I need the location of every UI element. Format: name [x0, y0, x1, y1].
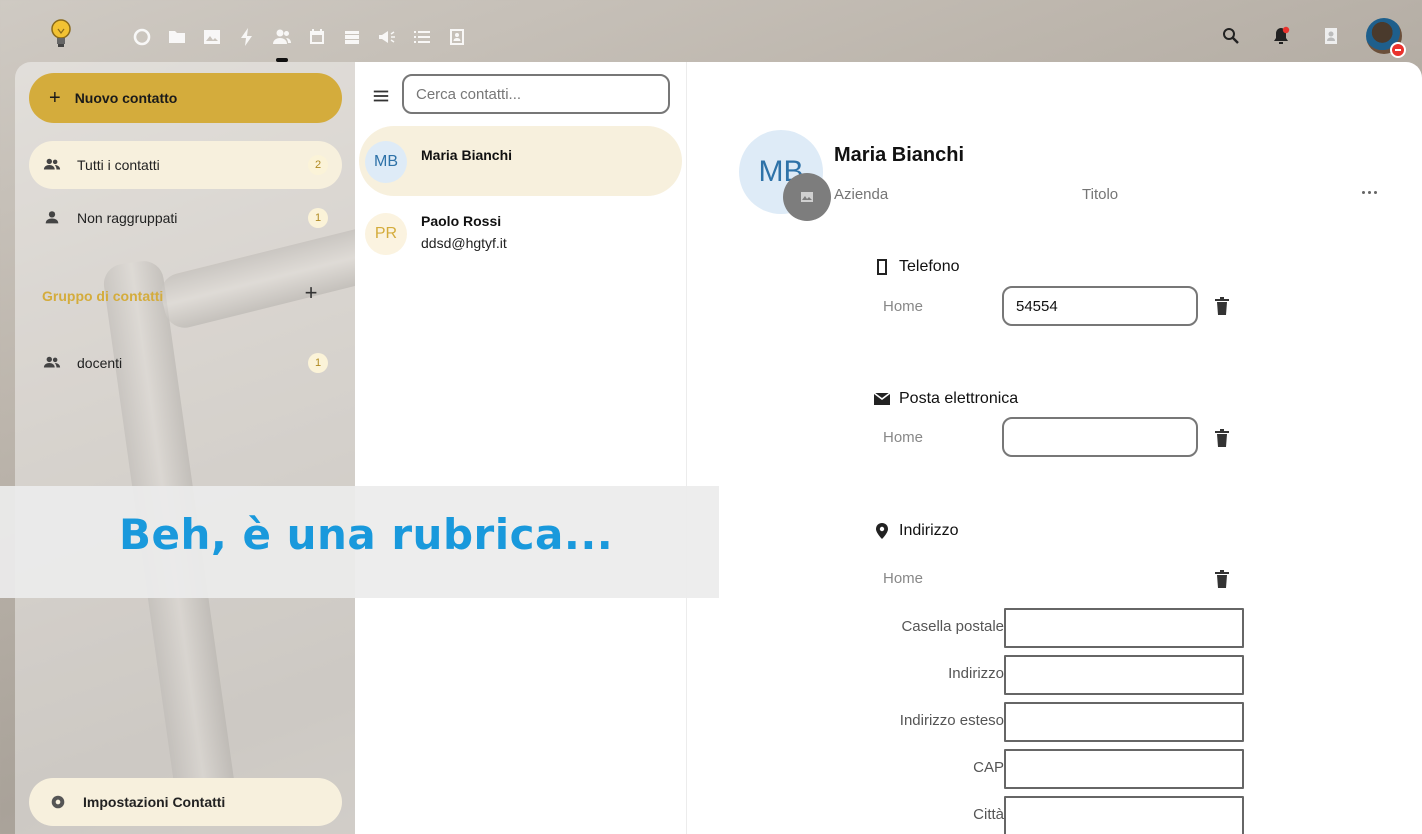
caption-banner: Beh, è una rubrica...: [0, 486, 719, 598]
sidebar-item-label: Non raggruppati: [77, 210, 178, 226]
groups-caption: Gruppo di contatti: [42, 288, 164, 304]
section-label: Telefono: [899, 258, 960, 275]
mail-icon: [873, 392, 891, 405]
tasks-icon[interactable]: [404, 22, 439, 52]
addressbook-icon[interactable]: [439, 22, 474, 52]
city-field[interactable]: [1004, 796, 1244, 834]
email-section-title: Posta elettronica: [873, 390, 1018, 408]
extended-address-field[interactable]: [1004, 702, 1244, 742]
po-box-field[interactable]: [1004, 608, 1244, 648]
sidebar-item-group-docenti[interactable]: docenti 1: [29, 339, 342, 387]
main-content: MB Maria Bianchi PR Paolo Rossi ddsd@hgt…: [355, 62, 1422, 834]
sidebar-item-all-contacts[interactable]: Tutti i contatti 2: [29, 141, 342, 189]
calendar-icon[interactable]: [299, 22, 334, 52]
contact-name: Maria Bianchi: [421, 147, 513, 163]
app-navigation: [124, 22, 474, 62]
delete-email-icon[interactable]: [1213, 428, 1231, 448]
search-input[interactable]: [402, 74, 670, 114]
settings-label: Impostazioni Contatti: [83, 794, 226, 810]
menu-toggle-icon[interactable]: [367, 82, 395, 110]
user-avatar[interactable]: [1366, 18, 1406, 58]
list-item[interactable]: PR Paolo Rossi ddsd@hgtyf.it: [359, 198, 682, 268]
plus-icon: +: [49, 86, 61, 109]
avatar: PR: [365, 213, 407, 255]
delete-address-icon[interactable]: [1213, 569, 1231, 589]
phone-field[interactable]: [1002, 286, 1198, 326]
more-actions-icon[interactable]: [1355, 180, 1383, 204]
files-icon[interactable]: [159, 22, 194, 52]
contacts-icon[interactable]: [264, 22, 299, 62]
search-icon[interactable]: [1216, 21, 1246, 51]
photos-icon[interactable]: [194, 22, 229, 52]
phone-icon: [877, 259, 887, 275]
phone-type-select[interactable]: Home: [883, 298, 923, 315]
activity-icon[interactable]: [229, 22, 264, 52]
top-header: [0, 0, 1422, 70]
contact-details: MB Maria Bianchi Telefono Home Posta ele…: [687, 62, 1422, 834]
postal-code-field[interactable]: [1004, 749, 1244, 789]
contact-name: Paolo Rossi: [421, 213, 502, 229]
image-icon[interactable]: [783, 173, 831, 221]
do-not-disturb-icon: [1390, 42, 1406, 58]
email-field[interactable]: [1002, 417, 1198, 457]
section-label: Indirizzo: [899, 522, 959, 539]
contacts-list: MB Maria Bianchi PR Paolo Rossi ddsd@hgt…: [355, 62, 687, 834]
notifications-icon[interactable]: [1266, 21, 1296, 51]
postal-code-label: CAP: [973, 759, 1004, 776]
sidebar-item-label: docenti: [77, 355, 123, 371]
gear-icon: [51, 795, 65, 809]
company-field[interactable]: [834, 186, 1034, 203]
people-icon: [43, 356, 61, 368]
people-icon: [43, 158, 61, 170]
left-navigation: + Nuovo contatto Tutti i contatti 2 Non …: [15, 62, 355, 834]
contacts-menu-icon[interactable]: [1316, 21, 1346, 51]
new-contact-button[interactable]: + Nuovo contatto: [29, 73, 342, 123]
sidebar-item-ungrouped[interactable]: Non raggruppati 1: [29, 194, 342, 242]
po-box-label: Casella postale: [901, 618, 1004, 635]
avatar: MB: [365, 141, 407, 183]
add-group-button[interactable]: +: [299, 280, 323, 310]
contact-full-name[interactable]: Maria Bianchi: [834, 144, 964, 167]
city-label: Città: [973, 806, 1004, 823]
lightbulb-logo-icon[interactable]: [46, 16, 76, 50]
count-badge: 2: [308, 155, 328, 175]
announcements-icon[interactable]: [369, 22, 404, 52]
title-field[interactable]: [1082, 186, 1282, 203]
section-label: Posta elettronica: [899, 390, 1019, 407]
count-badge: 1: [308, 353, 328, 373]
new-contact-label: Nuovo contatto: [74, 90, 178, 106]
caption-text: Beh, è una rubrica...: [119, 510, 614, 559]
list-item[interactable]: MB Maria Bianchi: [359, 126, 682, 196]
header-right: [1216, 18, 1406, 58]
street-field[interactable]: [1004, 655, 1244, 695]
person-icon: [45, 211, 59, 224]
delete-phone-icon[interactable]: [1213, 296, 1231, 316]
address-type-select[interactable]: Home: [883, 570, 923, 587]
sidebar-item-label: Tutti i contatti: [77, 157, 160, 173]
location-icon: [876, 523, 888, 539]
deck-icon[interactable]: [334, 22, 369, 52]
contact-email: ddsd@hgtyf.it: [421, 235, 507, 251]
contacts-settings-button[interactable]: Impostazioni Contatti: [29, 778, 342, 826]
dashboard-icon[interactable]: [124, 22, 159, 52]
address-section-title: Indirizzo: [873, 522, 959, 540]
phone-section-title: Telefono: [873, 258, 960, 276]
email-type-select[interactable]: Home: [883, 429, 923, 446]
street-label: Indirizzo: [948, 665, 1004, 682]
extended-address-label: Indirizzo esteso: [899, 712, 1004, 729]
count-badge: 1: [308, 208, 328, 228]
